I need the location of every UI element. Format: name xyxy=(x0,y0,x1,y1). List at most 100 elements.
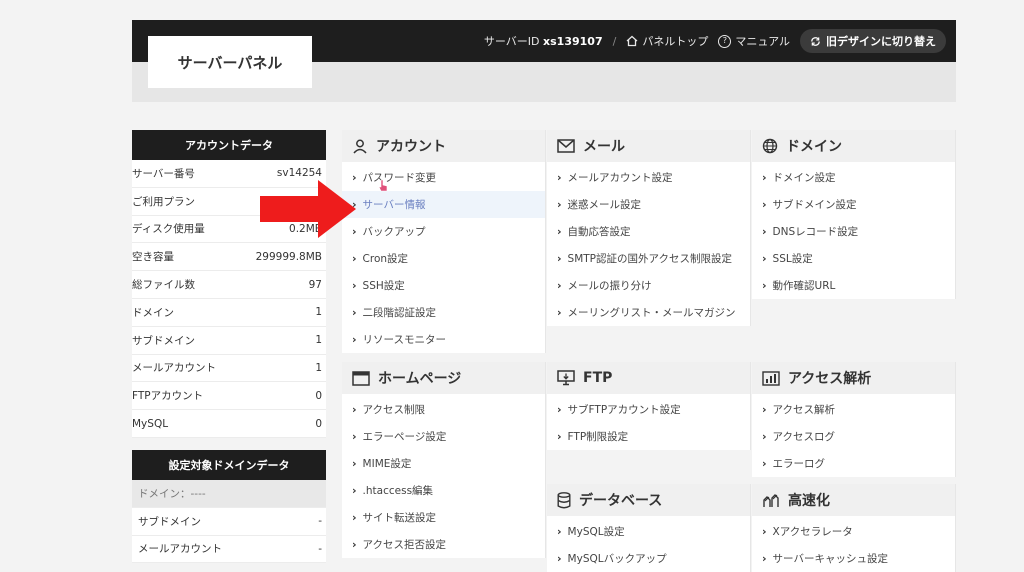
menu-link[interactable]: › アクセス解析 xyxy=(752,396,955,423)
help-icon: ? xyxy=(718,34,732,48)
menu-link[interactable]: › エラーページ設定 xyxy=(342,423,545,450)
panel-top-link[interactable]: パネルトップ xyxy=(626,33,708,49)
menu-link-label: サイト転送設定 xyxy=(362,512,437,524)
menu-link[interactable]: › サーバーキャッシュ設定 xyxy=(752,545,955,572)
section-analytics-header: アクセス解析 xyxy=(752,362,955,394)
menu-link[interactable]: › パスワード変更 xyxy=(342,164,545,191)
menu-link-label: メーリングリスト・メールマガジン xyxy=(567,307,736,319)
menu-link-label: アクセスログ xyxy=(772,431,836,443)
menu-link-label: SMTP認証の国外アクセス制限設定 xyxy=(567,253,732,265)
menu-link[interactable]: › サブFTPアカウント設定 xyxy=(547,396,750,423)
menu-link-label: パスワード変更 xyxy=(362,172,437,184)
menu-link-label: サブドメイン設定 xyxy=(772,199,857,211)
section-homepage-header: ホームページ xyxy=(342,362,545,394)
menu-link[interactable]: › バックアップ xyxy=(342,218,545,245)
menu-link[interactable]: › アクセスログ xyxy=(752,423,955,450)
section-speed-title: 高速化 xyxy=(788,493,830,509)
menu-link[interactable]: › 自動応答設定 xyxy=(547,218,750,245)
account-data-label: MySQL xyxy=(132,417,169,430)
account-data-row: メールアカウント 1 xyxy=(132,354,326,383)
speed-arrows-icon xyxy=(763,494,779,507)
menu-link[interactable]: › エラーログ xyxy=(752,450,955,477)
menu-link[interactable]: › Xアクセラレータ xyxy=(752,518,955,545)
account-data-row: 総ファイル数 97 xyxy=(132,271,326,299)
chevron-right-icon: › xyxy=(352,333,357,346)
manual-link[interactable]: ? マニュアル xyxy=(718,33,790,49)
chevron-right-icon: › xyxy=(352,538,357,551)
domain-data-label: メールアカウント xyxy=(138,543,222,556)
chevron-right-icon: › xyxy=(762,198,767,211)
account-data-header: アカウントデータ xyxy=(132,130,326,160)
menu-link-label: バックアップ xyxy=(362,226,426,238)
menu-link[interactable]: › SMTP認証の国外アクセス制限設定 xyxy=(547,245,750,272)
chevron-right-icon: › xyxy=(352,306,357,319)
section-account: アカウント › パスワード変更 › サーバー情報 › バックアップ › Cron設定 › SSH設… xyxy=(342,130,546,353)
menu-link[interactable]: › アクセス拒否設定 xyxy=(342,531,545,558)
chevron-right-icon: › xyxy=(762,171,767,184)
menu-link-label: SSL設定 xyxy=(772,253,813,265)
bar-chart-icon xyxy=(762,370,780,386)
menu-link[interactable]: › ドメイン設定 xyxy=(752,164,955,191)
chevron-right-icon: › xyxy=(557,225,562,238)
menu-link[interactable]: › MySQL設定 xyxy=(547,518,750,545)
section-database: データベース › MySQL設定 › MySQLバックアップ xyxy=(547,484,751,572)
menu-link[interactable]: › メールアカウント設定 xyxy=(547,164,750,191)
section-ftp-header: FTP xyxy=(547,362,750,394)
globe-icon xyxy=(762,138,778,154)
domain-data-row: メールアカウント - xyxy=(132,535,326,564)
account-data-value: 299999.8MB xyxy=(255,250,322,263)
menu-link[interactable]: › SSH設定 xyxy=(342,272,545,299)
menu-link[interactable]: › アクセス制限 xyxy=(342,396,545,423)
menu-link[interactable]: › リソースモニター xyxy=(342,326,545,353)
menu-link[interactable]: › Cron設定 xyxy=(342,245,545,272)
account-data-row: MySQL 0 xyxy=(132,410,326,438)
menu-link[interactable]: › SSL設定 xyxy=(752,245,955,272)
menu-link[interactable]: › 迷惑メール設定 xyxy=(547,191,750,218)
menu-link[interactable]: › サブドメイン設定 xyxy=(752,191,955,218)
chevron-right-icon: › xyxy=(352,403,357,416)
chevron-right-icon: › xyxy=(557,552,562,565)
chevron-right-icon: › xyxy=(557,430,562,443)
menu-link-label: MySQLバックアップ xyxy=(567,553,667,565)
account-data-value: 1 xyxy=(315,361,322,374)
section-domain: ドメイン › ドメイン設定 › サブドメイン設定 › DNSレコード設定 › SSL設定 › 動作… xyxy=(752,130,956,299)
chevron-right-icon: › xyxy=(762,279,767,292)
menu-link[interactable]: › 動作確認URL xyxy=(752,272,955,299)
account-data-label: 総ファイル数 xyxy=(132,279,195,292)
menu-link[interactable]: › サーバー情報 xyxy=(342,191,545,218)
database-icon xyxy=(557,491,571,508)
menu-link-label: サーバーキャッシュ設定 xyxy=(772,553,888,565)
menu-link[interactable]: › メーリングリスト・メールマガジン xyxy=(547,299,750,326)
account-data-row: FTPアカウント 0 xyxy=(132,382,326,411)
account-data-value: 0 xyxy=(315,389,322,402)
chevron-right-icon: › xyxy=(557,279,562,292)
menu-link-label: エラーログ xyxy=(772,458,826,470)
menu-link[interactable]: › FTP制限設定 xyxy=(547,423,750,450)
chevron-right-icon: › xyxy=(762,403,767,416)
chevron-right-icon: › xyxy=(762,430,767,443)
menu-link[interactable]: › 二段階認証設定 xyxy=(342,299,545,326)
domain-data-header: 設定対象ドメインデータ xyxy=(132,449,326,480)
menu-link-label: 自動応答設定 xyxy=(567,226,631,238)
menu-link[interactable]: › メールの振り分け xyxy=(547,272,750,299)
manual-label: マニュアル xyxy=(735,35,790,48)
menu-link[interactable]: › サイト転送設定 xyxy=(342,504,545,531)
menu-link-label: アクセス拒否設定 xyxy=(362,539,447,551)
chevron-right-icon: › xyxy=(352,430,357,443)
menu-link[interactable]: › MySQLバックアップ xyxy=(547,545,750,572)
menu-link[interactable]: › DNSレコード設定 xyxy=(752,218,955,245)
menu-link-label: アクセス解析 xyxy=(772,404,836,416)
account-data-label: FTPアカウント xyxy=(132,390,204,403)
account-data-label: ご利用プラン xyxy=(132,195,195,208)
domain-data-value: - xyxy=(318,515,322,528)
menu-link[interactable]: › MIME設定 xyxy=(342,450,545,477)
domain-data-row: ドメイン：---- xyxy=(132,479,326,508)
menu-link[interactable]: › .htaccess編集 xyxy=(342,477,545,504)
old-design-button[interactable]: 旧デザインに切り替え xyxy=(800,29,946,53)
section-analytics: アクセス解析 › アクセス解析 › アクセスログ › エラーログ xyxy=(752,362,956,477)
server-id-value: xs139107 xyxy=(543,35,603,48)
menu-link-label: Xアクセラレータ xyxy=(772,526,853,538)
red-arrow-annotation xyxy=(260,180,356,238)
section-speed: 高速化 › Xアクセラレータ › サーバーキャッシュ設定 xyxy=(752,484,956,572)
chevron-right-icon: › xyxy=(762,457,767,470)
